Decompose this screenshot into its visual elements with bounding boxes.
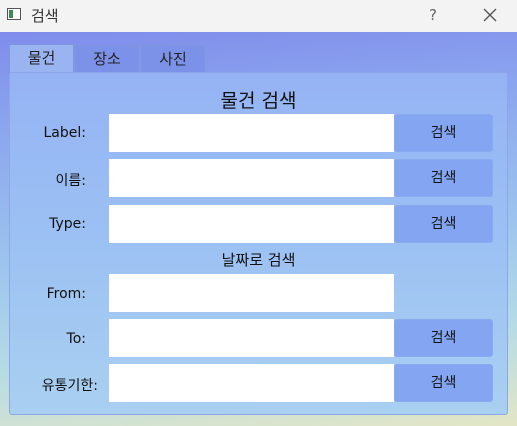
tab-places[interactable]: 장소 [75, 45, 139, 72]
item-search-heading: 물건 검색 [220, 90, 297, 112]
expiry-field-label: 유통기한: [41, 378, 98, 394]
expiry-search-button[interactable]: 검색 [394, 364, 493, 402]
date-search-button[interactable]: 검색 [394, 319, 493, 357]
close-button[interactable] [476, 4, 504, 26]
search-dialog: 검색 ? 물건 장소 사진 물건 검색 Label: 검색 이름: 검색 Typ… [0, 0, 517, 426]
type-search-button[interactable]: 검색 [394, 205, 493, 243]
name-field-label: 이름: [55, 173, 86, 189]
to-field-label: To: [66, 331, 86, 347]
window-title: 검색 [31, 7, 59, 25]
tab-photos[interactable]: 사진 [141, 45, 205, 72]
date-search-heading: 날짜로 검색 [221, 251, 296, 269]
title-bar: 검색 ? [0, 0, 517, 32]
app-window-icon [7, 8, 21, 20]
label-search-button[interactable]: 검색 [394, 114, 493, 152]
to-date-input[interactable] [109, 319, 394, 357]
expiry-date-input[interactable] [109, 364, 394, 402]
type-input[interactable] [109, 205, 394, 243]
help-button[interactable]: ? [420, 4, 446, 26]
label-field-label: Label: [43, 125, 87, 141]
name-input[interactable] [109, 159, 394, 197]
from-field-label: From: [46, 286, 86, 302]
close-icon [483, 8, 497, 22]
type-field-label: Type: [49, 216, 86, 232]
tab-items[interactable]: 물건 [9, 44, 74, 73]
name-search-button[interactable]: 검색 [394, 159, 493, 197]
label-input[interactable] [109, 114, 394, 152]
from-date-input[interactable] [109, 274, 394, 312]
